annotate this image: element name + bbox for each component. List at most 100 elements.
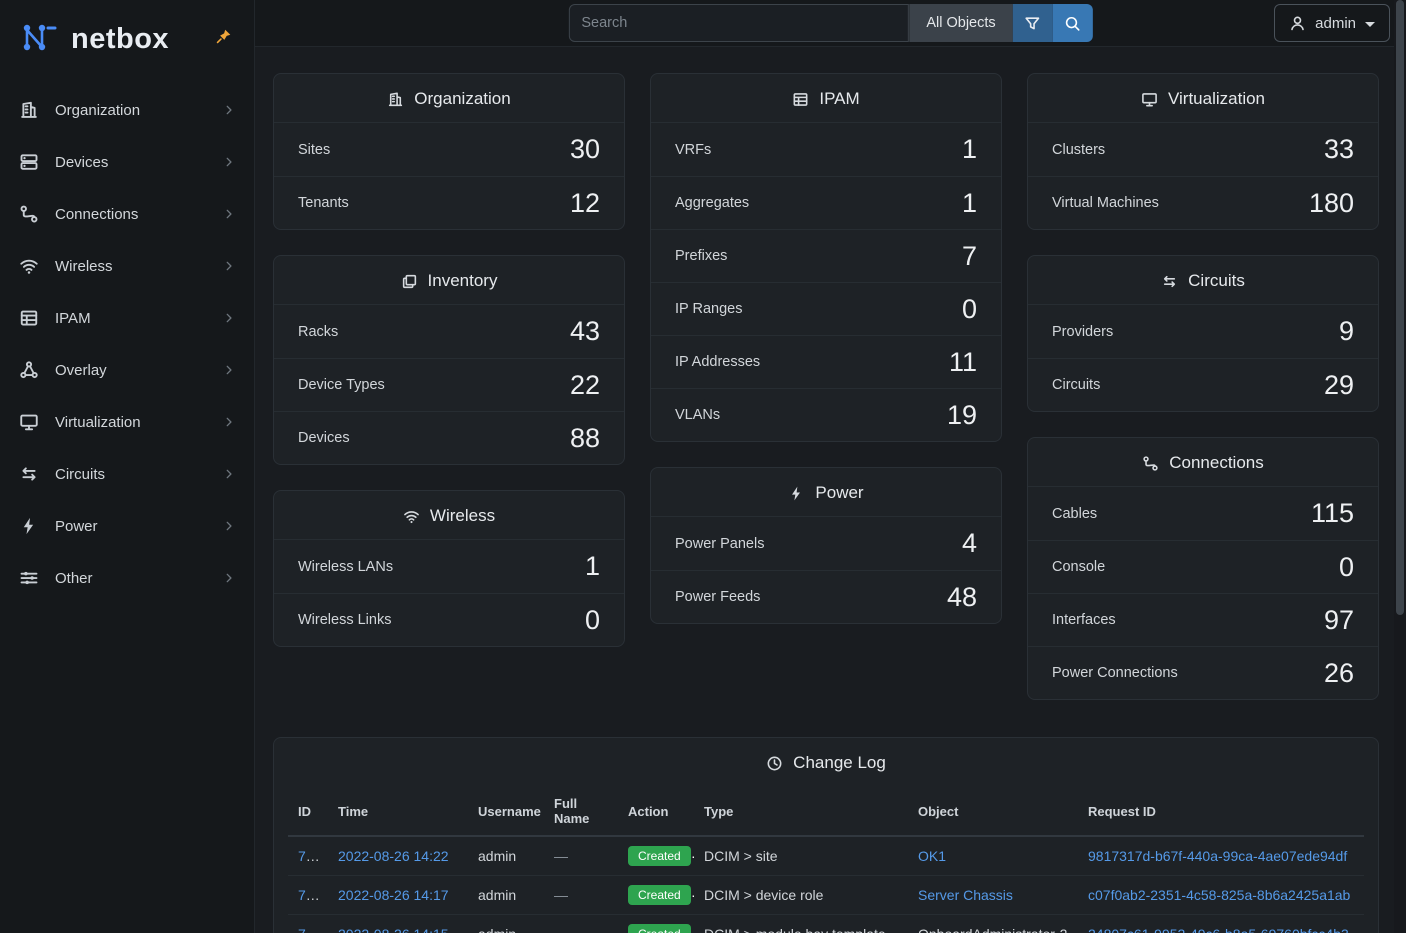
lightning-icon: [788, 485, 805, 502]
sidebar-item-label: Devices: [55, 154, 108, 171]
monitor-icon: [18, 411, 40, 433]
stat-row-power-connections[interactable]: Power Connections 26: [1028, 646, 1378, 699]
changelog-object-link[interactable]: Server Chassis: [918, 887, 1013, 903]
stat-row-racks[interactable]: Racks 43: [274, 305, 624, 358]
main-area: All Objects admin: [255, 0, 1406, 933]
changelog-time-link[interactable]: 2022-08-26 14:22: [338, 848, 449, 864]
sidebar-item-other[interactable]: Other: [0, 552, 254, 604]
search-input[interactable]: [568, 4, 908, 42]
col-header-object: Object: [908, 786, 1078, 836]
card-title: Wireless: [430, 506, 495, 526]
chevron-right-icon: [222, 571, 236, 585]
changelog-request-id-link[interactable]: c07f0ab2-2351-4c58-825a-8b6a2425a1ab: [1088, 887, 1350, 903]
changelog-username: admin: [478, 887, 516, 903]
stat-row-sites[interactable]: Sites 30: [274, 123, 624, 176]
stat-row-device-types[interactable]: Device Types 22: [274, 358, 624, 411]
organization-card: Organization Sites 30 Tenants 12: [273, 73, 625, 230]
sidebar-item-label: Virtualization: [55, 414, 141, 431]
stat-row-interfaces[interactable]: Interfaces 97: [1028, 593, 1378, 646]
stat-row-wireless-links[interactable]: Wireless Links 0: [274, 593, 624, 646]
changelog-id-link[interactable]: 753: [298, 926, 321, 933]
dashboard-grid: Organization Sites 30 Tenants 12: [273, 73, 1390, 700]
stat-row-cables[interactable]: Cables 115: [1028, 487, 1378, 540]
cable-icon: [18, 203, 40, 225]
search-button[interactable]: [1053, 4, 1093, 42]
stat-value: 22: [570, 370, 600, 401]
col-header-request-id: Request ID: [1078, 786, 1364, 836]
stat-row-wireless-lans[interactable]: Wireless LANs 1: [274, 540, 624, 593]
change-log-card: Change Log ID Time Username Full Name Ac: [273, 737, 1379, 933]
connections-card: Connections Cables 115 Console 0 Interfa…: [1027, 437, 1379, 700]
col-header-username: Username: [468, 786, 544, 836]
caret-down-icon: [1365, 22, 1375, 27]
sidebar-nav: Organization Devices Connections: [0, 78, 254, 604]
sidebar-item-power[interactable]: Power: [0, 500, 254, 552]
changelog-object-link[interactable]: OK1: [918, 848, 946, 864]
sidebar-item-circuits[interactable]: Circuits: [0, 448, 254, 500]
stat-row-clusters[interactable]: Clusters 33: [1028, 123, 1378, 176]
stat-row-providers[interactable]: Providers 9: [1028, 305, 1378, 358]
pin-sidebar-icon[interactable]: [215, 28, 232, 50]
filter-button[interactable]: [1013, 4, 1053, 42]
inventory-boxes-icon: [401, 273, 418, 290]
sidebar-item-devices[interactable]: Devices: [0, 136, 254, 188]
card-title: Change Log: [793, 753, 886, 773]
stat-value: 97: [1324, 605, 1354, 636]
status-badge-created: Created: [628, 924, 691, 933]
stat-row-ip-addresses[interactable]: IP Addresses 11: [651, 335, 1001, 388]
card-title: Connections: [1169, 453, 1264, 473]
stat-label: IP Addresses: [675, 354, 760, 370]
card-header: Connections: [1028, 438, 1378, 487]
sidebar-item-virtualization[interactable]: Virtualization: [0, 396, 254, 448]
changelog-request-id-link[interactable]: 24807c61-9952-49c6-b8a5-69760bfcc4b3: [1088, 926, 1349, 933]
chevron-right-icon: [222, 311, 236, 325]
col-header-full-name: Full Name: [544, 786, 618, 836]
scrollbar-thumb[interactable]: [1396, 0, 1404, 615]
stat-value: 115: [1311, 498, 1354, 529]
stat-row-aggregates[interactable]: Aggregates 1: [651, 176, 1001, 229]
user-menu-button[interactable]: admin: [1274, 4, 1390, 42]
changelog-id-link[interactable]: 754: [298, 887, 321, 903]
object-type-select[interactable]: All Objects: [908, 4, 1012, 42]
sidebar-item-wireless[interactable]: Wireless: [0, 240, 254, 292]
stat-label: VRFs: [675, 142, 711, 158]
page-scrollbar[interactable]: [1394, 0, 1406, 933]
sidebar-item-ipam[interactable]: IPAM: [0, 292, 254, 344]
stat-label: Power Connections: [1052, 665, 1178, 681]
changelog-id-link[interactable]: 755: [298, 848, 321, 864]
stat-label: Power Panels: [675, 536, 764, 552]
card-header: Circuits: [1028, 256, 1378, 305]
card-header: Wireless: [274, 491, 624, 540]
cable-icon: [1142, 455, 1159, 472]
wifi-icon: [403, 508, 420, 525]
changelog-request-id-link[interactable]: 9817317d-b67f-440a-99ca-4ae07ede94df: [1088, 848, 1347, 864]
dashboard-col-3: Virtualization Clusters 33 Virtual Machi…: [1027, 73, 1379, 700]
stat-row-power-feeds[interactable]: Power Feeds 48: [651, 570, 1001, 623]
stat-label: Virtual Machines: [1052, 195, 1159, 211]
stat-row-tenants[interactable]: Tenants 12: [274, 176, 624, 229]
changelog-object-text: OnboardAdministrator-2: [918, 926, 1067, 933]
stat-row-circuits[interactable]: Circuits 29: [1028, 358, 1378, 411]
stat-row-prefixes[interactable]: Prefixes 7: [651, 229, 1001, 282]
stat-value: 33: [1324, 134, 1354, 165]
col-header-type: Type: [694, 786, 908, 836]
brand: netbox: [0, 0, 254, 78]
stat-row-ip-ranges[interactable]: IP Ranges 0: [651, 282, 1001, 335]
stat-row-console[interactable]: Console 0: [1028, 540, 1378, 593]
sidebar-item-label: Other: [55, 570, 93, 587]
changelog-time-link[interactable]: 2022-08-26 14:17: [338, 887, 449, 903]
changelog-time-link[interactable]: 2022-08-26 14:15: [338, 926, 449, 933]
stat-row-virtual-machines[interactable]: Virtual Machines 180: [1028, 176, 1378, 229]
stat-row-vlans[interactable]: VLANs 19: [651, 388, 1001, 441]
changelog-full-name: —: [554, 926, 568, 933]
stat-row-devices[interactable]: Devices 88: [274, 411, 624, 464]
funnel-icon: [1024, 15, 1041, 32]
sidebar-item-overlay[interactable]: Overlay: [0, 344, 254, 396]
stat-row-vrfs[interactable]: VRFs 1: [651, 123, 1001, 176]
sidebar-item-connections[interactable]: Connections: [0, 188, 254, 240]
stat-value: 12: [570, 188, 600, 219]
stat-row-power-panels[interactable]: Power Panels 4: [651, 517, 1001, 570]
sidebar-item-organization[interactable]: Organization: [0, 84, 254, 136]
card-title: Inventory: [428, 271, 498, 291]
topbar: All Objects admin: [255, 0, 1406, 47]
